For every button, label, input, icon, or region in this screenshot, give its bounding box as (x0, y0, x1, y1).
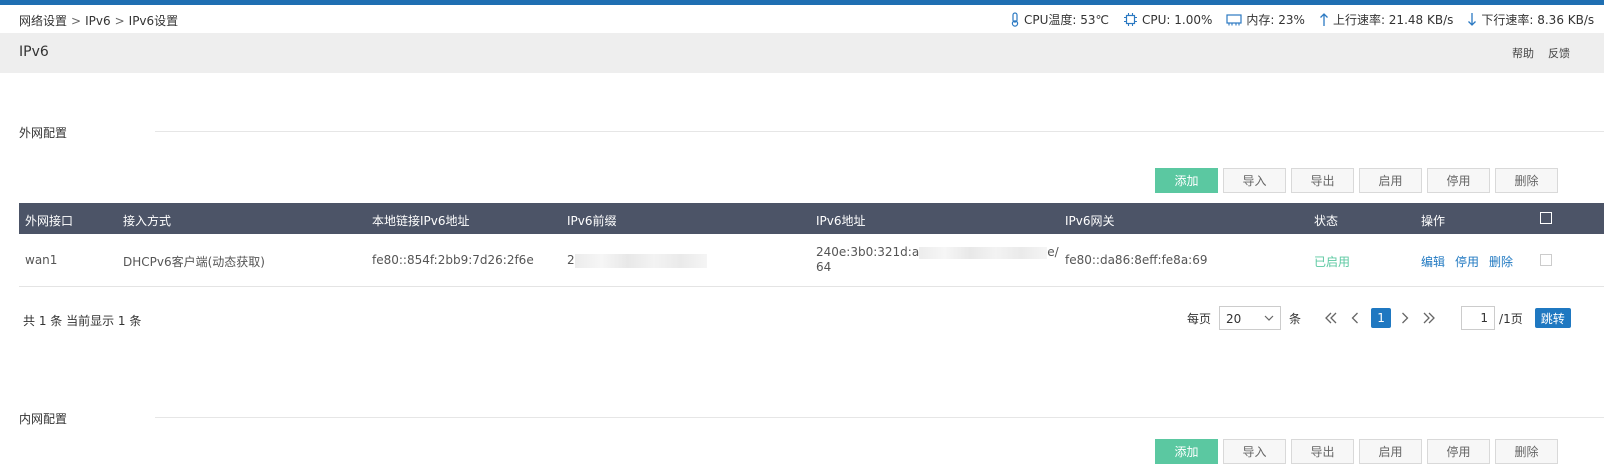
last-page-icon[interactable] (1419, 308, 1439, 328)
edit-link[interactable]: 编辑 (1421, 255, 1445, 269)
redacted-blur (919, 246, 1048, 259)
chevron-down-icon (1264, 315, 1274, 321)
table-row: wan1 DHCPv6客户端(动态获取) fe80::854f:2bb9:7d2… (19, 234, 1604, 287)
redacted-blur (574, 253, 707, 268)
delete-link[interactable]: 删除 (1489, 255, 1513, 269)
page-header: IPv6 帮助 反馈 (0, 33, 1604, 73)
wan-import-button[interactable]: 导入 (1223, 168, 1286, 193)
arrow-down-icon (1467, 12, 1477, 27)
wan-section-title: 外网配置 (19, 126, 68, 140)
breadcrumb-separator: > (114, 14, 125, 28)
cell-prefix: 2 (567, 253, 707, 268)
column-header-prefix: IPv6前缀 (567, 214, 617, 228)
section-divider (155, 417, 1604, 418)
upload-rate-text: 上行速率: 21.48 KB/s (1332, 13, 1454, 27)
cpu-chip-icon (1123, 12, 1138, 27)
breadcrumb: 网络设置 > IPv6 > IPv6设置 (19, 12, 178, 29)
download-metric: 下行速率: 8.36 KB/s (1467, 11, 1594, 28)
wan-add-button[interactable]: 添加 (1155, 168, 1218, 193)
lan-export-button[interactable]: 导出 (1291, 439, 1354, 464)
current-page-button[interactable]: 1 (1371, 308, 1392, 328)
lan-delete-button[interactable]: 删除 (1495, 439, 1558, 464)
address-prefix-length: 64 (816, 260, 832, 274)
page-jump-input[interactable] (1461, 306, 1496, 330)
per-page-value: 20 (1226, 312, 1242, 326)
address-tail-text: e/ (1047, 245, 1059, 259)
cpu-temp-metric: CPU温度: 53℃ (1010, 11, 1109, 28)
system-metrics: CPU温度: 53℃ CPU: 1.00% 内存: 23% 上行速率: 21.4… (1010, 11, 1594, 28)
arrow-up-icon (1319, 12, 1329, 27)
status-badge: 已启用 (1314, 255, 1351, 269)
breadcrumb-item-ipv6-settings: IPv6设置 (128, 14, 179, 28)
address-text: 240e:3b0:321d:a (816, 245, 920, 259)
wan-table-header: 外网接口 接入方式 本地链接IPv6地址 IPv6前缀 IPv6地址 IPv6网… (19, 203, 1604, 234)
disable-link[interactable]: 停用 (1455, 255, 1479, 269)
prev-page-icon[interactable] (1345, 308, 1365, 328)
memory-usage-text: 内存: 23% (1246, 13, 1305, 27)
column-header-address: IPv6地址 (816, 214, 866, 228)
column-header-status: 状态 (1314, 214, 1339, 228)
lan-enable-button[interactable]: 启用 (1359, 439, 1422, 464)
pagination: 每页 20 条 1 /1页 跳转 (1187, 305, 1571, 331)
row-checkbox[interactable] (1540, 254, 1552, 266)
cell-interface: wan1 (25, 253, 58, 267)
breadcrumb-separator: > (71, 14, 82, 28)
cpu-usage-text: CPU: 1.00% (1142, 12, 1213, 27)
cpu-temp-text: CPU温度: 53℃ (1024, 13, 1110, 27)
wan-export-button[interactable]: 导出 (1291, 168, 1354, 193)
per-page-label: 每页 (1187, 311, 1212, 326)
column-header-interface: 外网接口 (25, 214, 74, 228)
column-header-link-local: 本地链接IPv6地址 (372, 214, 470, 228)
download-rate-text: 下行速率: 8.36 KB/s (1481, 13, 1595, 27)
lan-import-button[interactable]: 导入 (1223, 439, 1286, 464)
breadcrumb-item-ipv6[interactable]: IPv6 (85, 14, 111, 28)
prefix-visible-text: 2 (567, 253, 575, 267)
wan-toolbar: 添加 导入 导出 启用 停用 删除 (1155, 168, 1558, 193)
lan-toolbar: 添加 导入 导出 启用 停用 删除 (1155, 439, 1558, 464)
column-header-gateway: IPv6网关 (1065, 214, 1115, 228)
header-links: 帮助 反馈 (1512, 45, 1584, 61)
cell-access: DHCPv6客户端(动态获取) (123, 255, 265, 269)
cell-address: 240e:3b0:321d:a e/ 64 (816, 245, 1059, 275)
cell-gateway: fe80::da86:8eff:fe8a:69 (1065, 253, 1208, 267)
select-all-checkbox[interactable] (1540, 212, 1552, 224)
upload-metric: 上行速率: 21.48 KB/s (1319, 11, 1453, 28)
next-page-icon[interactable] (1395, 308, 1415, 328)
total-pages-text: /1页 (1499, 311, 1523, 326)
lan-add-button[interactable]: 添加 (1155, 439, 1218, 464)
wan-delete-button[interactable]: 删除 (1495, 168, 1558, 193)
per-page-select[interactable]: 20 (1219, 306, 1282, 330)
cell-actions: 编辑 停用 删除 (1421, 253, 1523, 270)
help-link[interactable]: 帮助 (1512, 47, 1534, 60)
status-bar: 网络设置 > IPv6 > IPv6设置 CPU温度: 53℃ CPU: 1.00% 内… (0, 5, 1604, 33)
memory-icon (1226, 13, 1243, 27)
page-title: IPv6 (19, 44, 49, 60)
first-page-icon[interactable] (1321, 308, 1341, 328)
wan-disable-button[interactable]: 停用 (1427, 168, 1490, 193)
column-header-actions: 操作 (1421, 214, 1446, 228)
lan-disable-button[interactable]: 停用 (1427, 439, 1490, 464)
cpu-metric: CPU: 1.00% (1123, 11, 1212, 28)
cell-link-local: fe80::854f:2bb9:7d26:2f6e (372, 253, 534, 267)
jump-button[interactable]: 跳转 (1534, 308, 1571, 328)
memory-metric: 内存: 23% (1226, 11, 1305, 28)
feedback-link[interactable]: 反馈 (1548, 47, 1570, 60)
thermometer-icon (1010, 12, 1020, 27)
breadcrumb-item-network[interactable]: 网络设置 (19, 14, 67, 28)
lan-section-title: 内网配置 (19, 412, 68, 426)
pager-summary: 共 1 条 当前显示 1 条 (23, 314, 142, 328)
column-header-access: 接入方式 (123, 214, 172, 228)
per-page-unit: 条 (1289, 311, 1302, 326)
section-divider (155, 131, 1604, 132)
wan-enable-button[interactable]: 启用 (1359, 168, 1422, 193)
